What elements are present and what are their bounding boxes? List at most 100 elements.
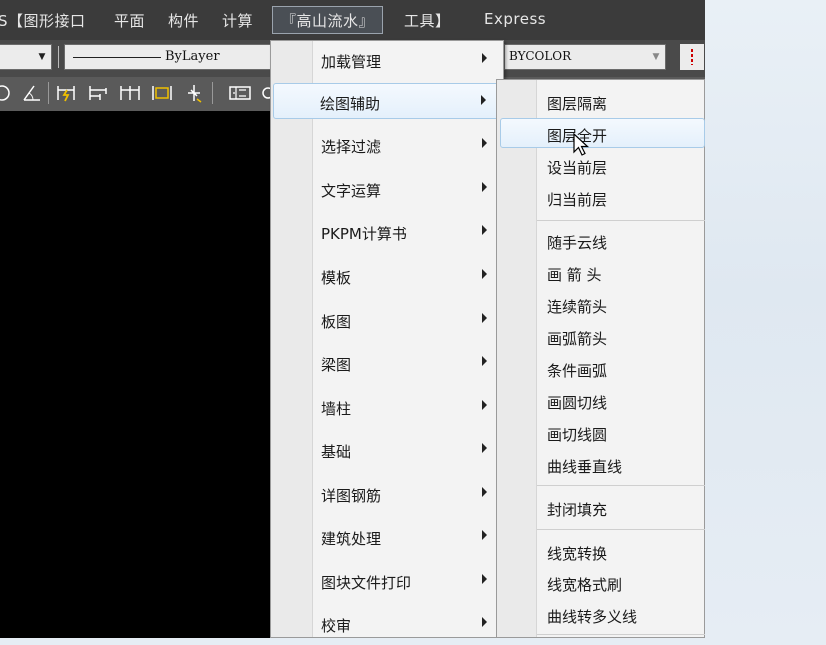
menu-item-detail-rebar[interactable]: 详图钢筋: [275, 476, 499, 512]
submenu-arrow-icon: [481, 95, 486, 105]
submenu-item-label: 随手云线: [547, 234, 608, 252]
submenu-arrow-icon: [482, 53, 487, 63]
menubar: S【图形接口 平面 构件 计算 『高山流水』 工具】 Express: [0, 0, 705, 40]
menu-item-template[interactable]: 模板: [275, 258, 499, 294]
menu-item-slab-drawing[interactable]: 板图: [275, 302, 499, 338]
menu-item-label: 基础: [321, 443, 352, 461]
submenu-item-label: 画圆切线: [547, 394, 608, 412]
submenu-item-label: 封闭填充: [547, 501, 608, 519]
submenu-arrow-icon: [482, 356, 487, 366]
submenu-separator: [537, 220, 705, 221]
menu-item-label: 校审: [321, 617, 352, 635]
angular-dimension-icon[interactable]: [20, 81, 44, 105]
submenu-separator: [537, 485, 705, 486]
menu-calculate[interactable]: 计算: [222, 10, 253, 31]
submenu-arrow-icon: [482, 617, 487, 627]
menu-item-selection-filter[interactable]: 选择过滤: [275, 127, 499, 163]
submenu-arrow-icon: [482, 225, 487, 235]
submenu-item-move-to-current-layer[interactable]: 归当前层: [501, 183, 705, 213]
quick-dimension-icon[interactable]: [54, 81, 78, 105]
menu-item-beam-drawing[interactable]: 梁图: [275, 345, 499, 381]
menu-item-review[interactable]: 校审: [275, 606, 499, 638]
menu-item-block-print[interactable]: 图块文件打印: [275, 563, 499, 599]
submenu-arrow-icon: [482, 313, 487, 323]
menu-item-architecture[interactable]: 建筑处理: [275, 519, 499, 555]
mouse-cursor-icon: [573, 133, 590, 156]
submenu-item-lineweight-painter[interactable]: 线宽格式刷: [501, 568, 705, 598]
desktop-background: [705, 0, 826, 645]
menu-graphics-interface[interactable]: S【图形接口: [0, 10, 86, 31]
layer-combo[interactable]: ▼: [0, 44, 52, 70]
drawing-aid-submenu: 图层隔离 图层全开 设当前层 归当前层 随手云线 画 箭 头 连续箭头 画弧箭头…: [496, 79, 705, 638]
submenu-item-label: 画 箭 头: [547, 266, 602, 284]
menu-item-foundation[interactable]: 基础: [275, 432, 499, 468]
submenu-item-layer-isolate[interactable]: 图层隔离: [501, 87, 705, 117]
menu-item-label: 详图钢筋: [321, 487, 382, 505]
continue-dimension-icon[interactable]: [118, 81, 142, 105]
menu-item-drawing-aid[interactable]: 绘图辅助: [273, 83, 499, 119]
dimension-break-icon[interactable]: [182, 81, 206, 105]
menu-plan[interactable]: 平面: [114, 10, 145, 31]
color-combo[interactable]: BYCOLOR ▼: [504, 44, 666, 70]
submenu-item-label: 图层隔离: [547, 95, 608, 113]
toolbar-divider: [212, 82, 213, 104]
submenu-item-label: 画弧箭头: [547, 330, 608, 348]
menu-item-label: 梁图: [321, 356, 352, 374]
menu-component[interactable]: 构件: [168, 10, 199, 31]
submenu-item-label: 线宽转换: [547, 545, 608, 563]
arc-dimension-icon[interactable]: [0, 81, 14, 105]
submenu-item-closed-fill[interactable]: 封闭填充: [501, 493, 705, 523]
submenu-item-arc-arrow[interactable]: 画弧箭头: [501, 322, 705, 352]
gaoshan-dropdown-menu: 加载管理 绘图辅助 选择过滤 文字运算 PKPM计算书 模板 板图 梁图 墙柱 …: [270, 40, 504, 638]
submenu-item-curve-to-polyline[interactable]: 曲线转多义线: [501, 600, 705, 630]
submenu-item-revision-cloud[interactable]: 随手云线: [501, 226, 705, 256]
color-value: BYCOLOR: [509, 49, 572, 63]
menu-item-label: 建筑处理: [321, 530, 382, 548]
menu-item-label: 模板: [321, 269, 352, 287]
submenu-item-conditional-arc[interactable]: 条件画弧: [501, 354, 705, 384]
toolbar-divider: [58, 46, 59, 68]
submenu-item-lineweight-convert[interactable]: 线宽转换: [501, 537, 705, 567]
menu-item-label: 文字运算: [321, 182, 382, 200]
submenu-arrow-icon: [482, 400, 487, 410]
submenu-arrow-icon: [482, 269, 487, 279]
menu-item-label: 板图: [321, 313, 352, 331]
submenu-item-label: 曲线转多义线: [547, 608, 638, 626]
menu-item-label: 加载管理: [321, 53, 382, 71]
menu-item-wall-column[interactable]: 墙柱: [275, 389, 499, 425]
baseline-dimension-icon[interactable]: [86, 81, 110, 105]
submenu-item-circle-tangent[interactable]: 画圆切线: [501, 386, 705, 416]
menu-item-pkpm-report[interactable]: PKPM计算书: [275, 214, 499, 250]
menu-gaoshan-liushui[interactable]: 『高山流水』: [272, 6, 384, 34]
menu-item-label: 墙柱: [321, 400, 352, 418]
menu-express[interactable]: Express: [484, 10, 546, 28]
lineweight-icon[interactable]: [680, 44, 704, 70]
submenu-item-continuous-arrow[interactable]: 连续箭头: [501, 290, 705, 320]
submenu-arrow-icon: [482, 138, 487, 148]
submenu-item-tangent-circle[interactable]: 画切线圆: [501, 418, 705, 448]
chevron-down-icon: ▼: [38, 52, 46, 62]
tolerance-icon[interactable]: [228, 81, 252, 105]
chevron-down-icon: ▼: [652, 52, 660, 62]
submenu-item-set-current-layer[interactable]: 设当前层: [501, 151, 705, 181]
linetype-value: ByLayer: [165, 49, 220, 64]
linetype-preview-line: [73, 57, 161, 58]
menu-item-text-calc[interactable]: 文字运算: [275, 171, 499, 207]
submenu-item-curve-perpendicular[interactable]: 曲线垂直线: [501, 450, 705, 480]
menu-item-label: 绘图辅助: [320, 95, 381, 113]
submenu-item-label: 条件画弧: [547, 362, 608, 380]
submenu-item-layer-all-on[interactable]: 图层全开: [500, 118, 705, 148]
submenu-separator: [537, 634, 705, 635]
menu-item-label: PKPM计算书: [321, 225, 407, 243]
submenu-item-label: 连续箭头: [547, 298, 608, 316]
submenu-arrow-icon: [482, 530, 487, 540]
submenu-item-draw-arrow[interactable]: 画 箭 头: [501, 258, 705, 288]
menu-item-load-manage[interactable]: 加载管理: [275, 42, 499, 78]
menu-tools[interactable]: 工具】: [404, 10, 451, 31]
drawing-canvas[interactable]: [0, 111, 270, 638]
linetype-combo[interactable]: ByLayer: [64, 44, 272, 70]
dimension-space-icon[interactable]: [150, 81, 174, 105]
submenu-item-label: 设当前层: [547, 159, 608, 177]
toolbar-divider: [48, 82, 49, 104]
submenu-item-label: 线宽格式刷: [547, 576, 623, 594]
